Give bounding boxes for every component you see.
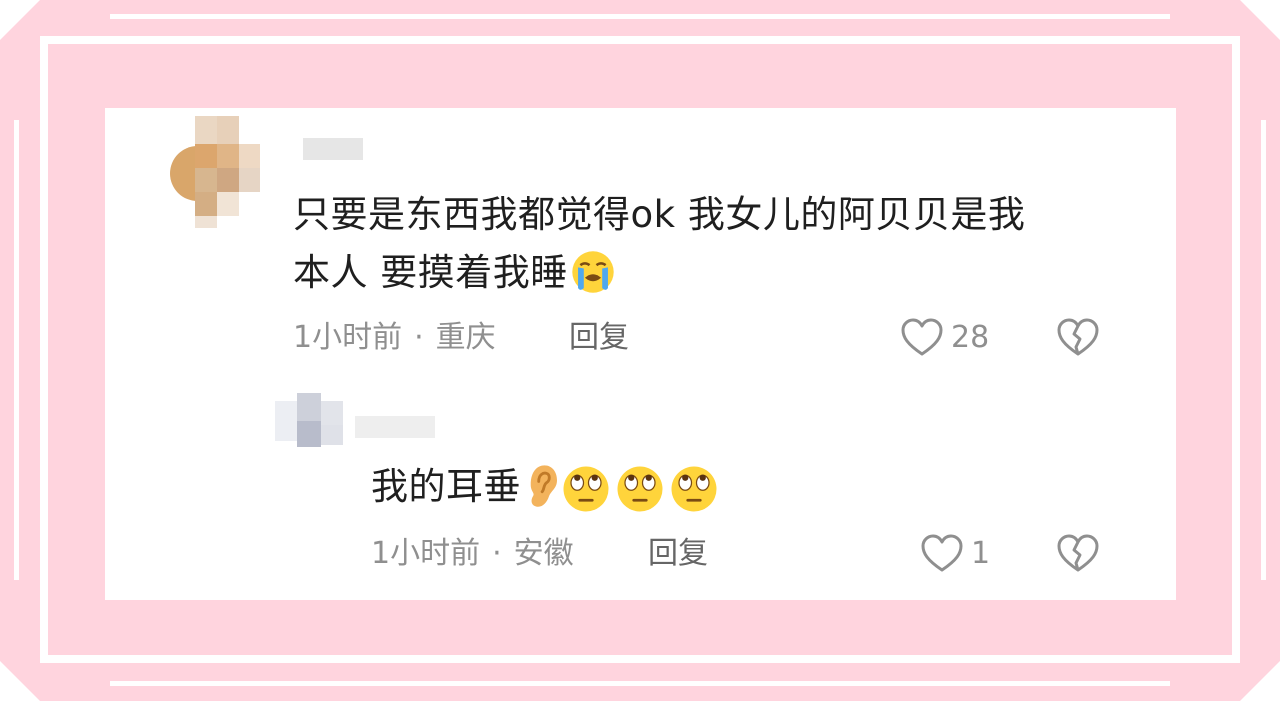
frame-corner-top-right — [1240, 0, 1280, 40]
reply-button[interactable]: 回复 — [569, 318, 629, 358]
loudly-crying-face-emoji — [572, 250, 614, 293]
ear-emoji — [530, 464, 557, 507]
heart-outline-icon — [921, 534, 963, 572]
reply-comment-time: 1小时前 — [371, 536, 481, 571]
reply-comment-text: 我的耳垂 — [371, 458, 719, 516]
meta-separator: · — [492, 536, 502, 571]
face-with-rolling-eyes-emoji — [617, 466, 663, 511]
comment-location: 重庆 — [435, 320, 496, 355]
user-avatar[interactable] — [170, 116, 260, 228]
like-count: 28 — [951, 320, 990, 355]
frame-stripe-top-outer — [110, 14, 1170, 19]
frame-stripe-left-outer — [14, 120, 19, 580]
frame-stripe-right-inner — [1232, 36, 1240, 663]
reply-comment-meta: 1小时前 · 安徽 — [371, 534, 574, 574]
frame-stripe-top-inner — [40, 36, 1240, 44]
reply-user-avatar[interactable] — [275, 393, 345, 453]
broken-heart-icon[interactable] — [1057, 534, 1099, 574]
broken-heart-icon[interactable] — [1057, 318, 1099, 358]
frame-corner-bottom-left — [0, 661, 40, 701]
frame-stripe-bottom-outer — [110, 681, 1170, 686]
face-with-rolling-eyes-emoji — [671, 466, 717, 511]
meta-separator: · — [414, 320, 424, 355]
comment-text: 只要是东西我都觉得ok 我女儿的阿贝贝是我 本人 要摸着我睡 — [293, 186, 1173, 302]
like-button[interactable]: 28 — [901, 318, 989, 358]
heart-outline-icon — [901, 318, 943, 356]
comment-meta: 1小时前 · 重庆 — [293, 318, 496, 358]
face-with-rolling-eyes-emoji — [563, 466, 609, 511]
frame-corner-top-left — [0, 0, 40, 40]
reply-username-blurred[interactable] — [355, 416, 435, 438]
comment-text-line-1: 只要是东西我都觉得ok 我女儿的阿贝贝是我 — [293, 193, 1026, 236]
comment-card: 只要是东西我都觉得ok 我女儿的阿贝贝是我 本人 要摸着我睡 1小时前 · 重庆 回… — [105, 108, 1176, 600]
username-blurred[interactable] — [303, 138, 363, 160]
frame-stripe-right-outer — [1261, 120, 1266, 580]
comment-time: 1小时前 — [293, 320, 403, 355]
frame-stripe-bottom-inner — [40, 655, 1240, 663]
frame-corner-bottom-right — [1240, 661, 1280, 701]
comment-text-line-2: 本人 要摸着我睡 — [293, 244, 1173, 302]
reply-reply-button[interactable]: 回复 — [648, 534, 708, 574]
reply-comment-location: 安徽 — [513, 536, 574, 571]
frame-stripe-left-inner — [40, 36, 48, 663]
reply-like-count: 1 — [971, 536, 991, 571]
reply-like-button[interactable]: 1 — [921, 534, 990, 574]
